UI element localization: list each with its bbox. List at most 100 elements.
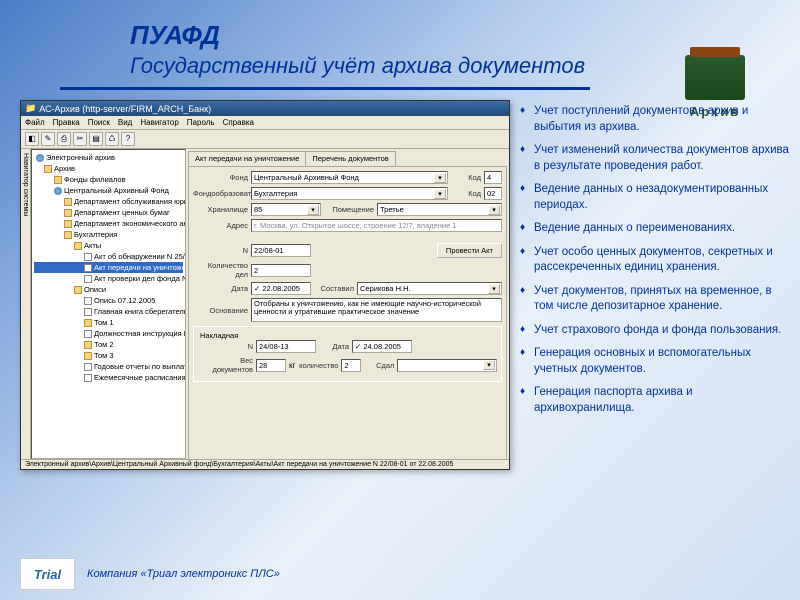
tree-item[interactable]: Опись 07.12.2005 xyxy=(34,295,183,306)
tree-item[interactable]: Центральный Архивный Фонд xyxy=(34,185,183,196)
doc-icon xyxy=(84,253,92,261)
menu-help[interactable]: Справка xyxy=(223,118,254,127)
menu-password[interactable]: Пароль xyxy=(187,118,215,127)
toolbar-button[interactable]: ◧ xyxy=(25,132,39,146)
date-input[interactable]: ✓ 22.08.2005 xyxy=(251,282,311,295)
tree-item[interactable]: Департамент обслуживания юридических лиц… xyxy=(34,196,183,207)
creator-label: Фондообразователь xyxy=(193,189,248,198)
tree-item[interactable]: Департамент ценных бумаг xyxy=(34,207,183,218)
tree-item[interactable]: Том 3 xyxy=(34,350,183,361)
tree-item[interactable]: Годовые отчеты по выплатам налогов в бюд… xyxy=(34,361,183,372)
toolbar-button[interactable]: ⎙ xyxy=(57,132,71,146)
handed-label: Сдал xyxy=(364,361,394,370)
room-label: Помещение xyxy=(324,205,374,214)
room-dropdown[interactable]: Третье xyxy=(377,203,502,216)
tree-item[interactable]: Бухгалтерия xyxy=(34,229,183,240)
author-label: Составил xyxy=(314,284,354,293)
address-input[interactable]: г. Москва, ул. Открытое шоссе, строение … xyxy=(251,219,502,232)
fond-label: Фонд xyxy=(193,173,248,182)
feature-list: Учет поступлений документов в архив и вы… xyxy=(520,100,790,470)
creator-code-input[interactable]: 02 xyxy=(484,187,502,200)
invoice-group: Накладная N 24/08-13 Дата ✓ 24.08.2005 В… xyxy=(193,326,502,382)
tree-item[interactable]: Должностная инструкция Главного бухгалте… xyxy=(34,328,183,339)
toolbar-button[interactable]: ? xyxy=(121,132,135,146)
tree-item[interactable]: Архив xyxy=(34,163,183,174)
tree-item[interactable]: Том 2 xyxy=(34,339,183,350)
navigator-tab[interactable]: Навигатор системы xyxy=(21,149,31,459)
folder-icon xyxy=(64,198,72,206)
qty-label: Количество дел xyxy=(193,261,248,279)
folder-icon xyxy=(64,209,72,217)
doc-icon xyxy=(84,363,92,371)
handed-dropdown[interactable] xyxy=(397,359,497,372)
tree-item[interactable]: Ежемесячные расписания по расчетному сче… xyxy=(34,372,183,383)
doc-icon xyxy=(84,330,92,338)
tree-item[interactable]: Том 1 xyxy=(34,317,183,328)
feature-bullet: Учет поступлений документов в архив и вы… xyxy=(520,104,790,135)
weight-qty-input[interactable]: 2 xyxy=(341,359,361,372)
n-label: N xyxy=(193,246,248,255)
address-label: Адрес xyxy=(193,221,248,230)
qty-input[interactable]: 2 xyxy=(251,264,311,277)
tree-item[interactable]: Описи xyxy=(34,284,183,295)
weight-input[interactable]: 28 xyxy=(256,359,286,372)
menu-search[interactable]: Поиск xyxy=(88,118,110,127)
storage-dropdown[interactable]: 85 xyxy=(251,203,321,216)
inv-n-label: N xyxy=(198,342,253,351)
toolbar-button[interactable]: ✂ xyxy=(73,132,87,146)
feature-bullet: Ведение данных о переименованиях. xyxy=(520,221,790,237)
menu-edit[interactable]: Правка xyxy=(53,118,80,127)
process-act-button[interactable]: Провести Акт xyxy=(437,243,502,258)
menubar: Файл Правка Поиск Вид Навигатор Пароль С… xyxy=(21,116,509,130)
code-label: Код xyxy=(451,189,481,198)
feature-bullet: Учет особо ценных документов, секретных … xyxy=(520,245,790,276)
tab-list[interactable]: Перечень документов xyxy=(305,151,395,166)
toolbar-button[interactable]: ▤ xyxy=(89,132,103,146)
weight-qty-label: количество xyxy=(298,361,338,370)
form-body: Фонд Центральный Архивный Фонд Код 4 Фон… xyxy=(188,166,507,459)
company-name: Компания «Триал электроникс ПЛС» xyxy=(87,568,280,580)
feature-bullet: Учет изменений количества документов арх… xyxy=(520,143,790,174)
menu-view[interactable]: Вид xyxy=(118,118,132,127)
fond-dropdown[interactable]: Центральный Архивный Фонд xyxy=(251,171,448,184)
tree-item[interactable]: Акт передачи на уничтожение N 22/08-01 о… xyxy=(34,262,183,273)
inv-n-input[interactable]: 24/08-13 xyxy=(256,340,316,353)
doc-icon xyxy=(84,297,92,305)
menu-file[interactable]: Файл xyxy=(25,118,45,127)
tree-view[interactable]: Электронный архив АрхивФонды филиаловЦен… xyxy=(31,149,186,459)
tree-item[interactable]: Фонды филиалов xyxy=(34,174,183,185)
tree-item[interactable]: Главная книга сберегательного банка за 2… xyxy=(34,306,183,317)
weight-label: Вес документов xyxy=(198,356,253,374)
folder-icon xyxy=(84,352,92,360)
doc-icon xyxy=(84,275,92,283)
feature-bullet: Генерация паспорта архива и архивохранил… xyxy=(520,385,790,416)
feature-bullet: Учет страхового фонда и фонда пользовани… xyxy=(520,323,790,339)
folder-icon xyxy=(74,242,82,250)
window-titlebar: 📁 АС-Архив (http-server/FIRM_ARCH_Банк) xyxy=(21,101,509,116)
folder-icon xyxy=(64,231,72,239)
creator-dropdown[interactable]: Бухгалтерия xyxy=(251,187,448,200)
toolbar-button[interactable]: ♺ xyxy=(105,132,119,146)
folder-icon xyxy=(64,220,72,228)
fond-code-input[interactable]: 4 xyxy=(484,171,502,184)
inv-date-input[interactable]: ✓ 24.08.2005 xyxy=(352,340,412,353)
tree-item[interactable]: Департамент экономического анализа и пла… xyxy=(34,218,183,229)
statusbar: Электронный архив\Архив\Центральный Архи… xyxy=(21,459,509,469)
menu-navigator[interactable]: Навигатор xyxy=(140,118,178,127)
basis-label: Основание xyxy=(193,306,248,315)
basis-textarea[interactable]: Отобраны к уничтожению, как не имеющие н… xyxy=(251,298,502,322)
toolbar-button[interactable]: ✎ xyxy=(41,132,55,146)
n-input[interactable]: 22/08-01 xyxy=(251,244,311,257)
folder-icon xyxy=(44,165,52,173)
author-dropdown[interactable]: Серикова Н.Н. xyxy=(357,282,502,295)
tab-act[interactable]: Акт передачи на уничтожение xyxy=(188,151,306,166)
code-label: Код xyxy=(451,173,481,182)
tree-root[interactable]: Электронный архив xyxy=(34,152,183,163)
tree-item[interactable]: Акт об обнаружении N 25/08-01 от 25.08.2… xyxy=(34,251,183,262)
doc-icon xyxy=(84,374,92,382)
app-window: 📁 АС-Архив (http-server/FIRM_ARCH_Банк) … xyxy=(20,100,510,470)
tree-item[interactable]: Акты xyxy=(34,240,183,251)
doc-icon xyxy=(84,308,92,316)
storage-label: Хранилище xyxy=(193,205,248,214)
tree-item[interactable]: Акт проверки дел фонда N 24-08/01 от 24.… xyxy=(34,273,183,284)
